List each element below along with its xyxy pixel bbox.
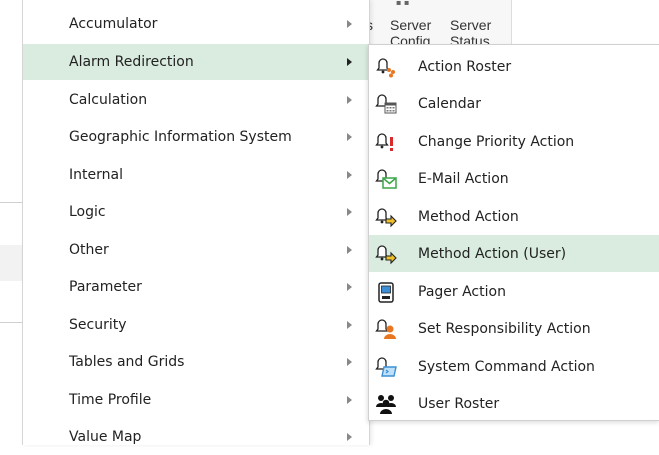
menu-item-label: Other	[69, 242, 109, 258]
menu-item-label: Internal	[69, 167, 123, 183]
column-header-icons: ▪ ▪	[396, 0, 410, 7]
menu-item-label: Calculation	[69, 92, 148, 108]
submenu-arrow-icon	[347, 433, 352, 441]
menu-item-tables-and-grids[interactable]: Tables and Grids	[23, 344, 369, 380]
menu-item-security[interactable]: Security	[23, 307, 369, 343]
change-priority-icon	[375, 133, 393, 151]
menu-item-label: Tables and Grids	[69, 354, 185, 370]
pager-icon	[378, 282, 394, 303]
user-roster-icon	[376, 395, 396, 414]
submenu-item-user-roster[interactable]: User Roster	[369, 385, 659, 422]
submenu-arrow-icon	[347, 396, 352, 404]
method-user-icon	[375, 245, 397, 265]
submenu-item-label: User Roster	[418, 395, 500, 412]
submenu-item-label: Pager Action	[418, 283, 506, 300]
calendar-icon	[375, 94, 397, 114]
submenu-arrow-icon	[347, 246, 352, 254]
submenu-item-label: System Command Action	[418, 358, 595, 375]
submenu-item-label: Method Action (User)	[418, 245, 567, 262]
method-icon	[375, 208, 397, 228]
submenu-arrow-icon	[347, 321, 352, 329]
menu-item-label: Time Profile	[69, 392, 152, 408]
column-header-server-config: Server	[390, 17, 432, 33]
submenu-item-label: E-Mail Action	[418, 170, 509, 187]
menu-item-accumulator[interactable]: Accumulator	[23, 6, 369, 42]
menu-item-label: Geographic Information System	[69, 129, 292, 145]
background-divider	[0, 322, 22, 323]
system-command-icon	[375, 357, 397, 377]
submenu-item-label: Calendar	[418, 95, 481, 112]
menu-item-value-map[interactable]: Value Map	[23, 419, 369, 455]
menu-item-geographic-information-system[interactable]: Geographic Information System	[23, 119, 369, 155]
submenu-arrow-icon	[347, 358, 352, 366]
menu-item-internal[interactable]: Internal	[23, 157, 369, 193]
background-divider	[0, 202, 22, 203]
menu-item-label: Accumulator	[69, 16, 158, 32]
submenu-arrow-icon	[347, 283, 352, 291]
submenu-arrow-icon	[347, 133, 352, 141]
submenu-item-label: Method Action	[418, 208, 519, 225]
menu-item-label: Alarm Redirection	[69, 54, 194, 70]
menu-item-calculation[interactable]: Calculation	[23, 82, 369, 118]
submenu-item-action-roster[interactable]: Action Roster	[369, 48, 659, 85]
responsibility-icon	[375, 319, 396, 339]
submenu-item-label: Set Responsibility Action	[418, 320, 591, 337]
alarm-redirection-submenu: Action Roster Calendar Change Priority A…	[368, 44, 659, 421]
menu-item-label: Logic	[69, 204, 106, 220]
menu-item-time-profile[interactable]: Time Profile	[23, 382, 369, 418]
submenu-arrow-icon	[347, 96, 352, 104]
menu-item-label: Security	[69, 317, 127, 333]
submenu-arrow-icon	[347, 208, 352, 216]
submenu-item-system-command-action[interactable]: System Command Action	[369, 348, 659, 385]
submenu-item-method-action[interactable]: Method Action	[369, 198, 659, 235]
submenu-item-set-responsibility-action[interactable]: Set Responsibility Action	[369, 310, 659, 347]
submenu-item-pager-action[interactable]: Pager Action	[369, 273, 659, 310]
background-panel	[0, 245, 22, 281]
menu-item-alarm-redirection[interactable]: Alarm Redirection	[23, 44, 369, 80]
submenu-item-e-mail-action[interactable]: E-Mail Action	[369, 160, 659, 197]
submenu-item-change-priority-action[interactable]: Change Priority Action	[369, 123, 659, 160]
column-header-server-status: Server	[450, 17, 492, 33]
submenu-item-method-action-user[interactable]: Method Action (User)	[369, 235, 659, 272]
menu-item-other[interactable]: Other	[23, 232, 369, 268]
menu-item-label: Value Map	[69, 429, 142, 445]
menu-item-logic[interactable]: Logic	[23, 194, 369, 230]
submenu-arrow-icon	[347, 20, 352, 28]
menu-item-label: Parameter	[69, 279, 142, 295]
submenu-item-calendar[interactable]: Calendar	[369, 85, 659, 122]
email-icon	[375, 169, 397, 189]
submenu-arrow-icon	[347, 171, 352, 179]
submenu-item-label: Change Priority Action	[418, 133, 575, 150]
action-roster-icon	[376, 58, 395, 78]
submenu-arrow-icon	[347, 58, 352, 66]
submenu-item-label: Action Roster	[418, 58, 512, 75]
menu-item-parameter[interactable]: Parameter	[23, 269, 369, 305]
context-menu: Accumulator Alarm Redirection Calculatio…	[22, 0, 370, 445]
